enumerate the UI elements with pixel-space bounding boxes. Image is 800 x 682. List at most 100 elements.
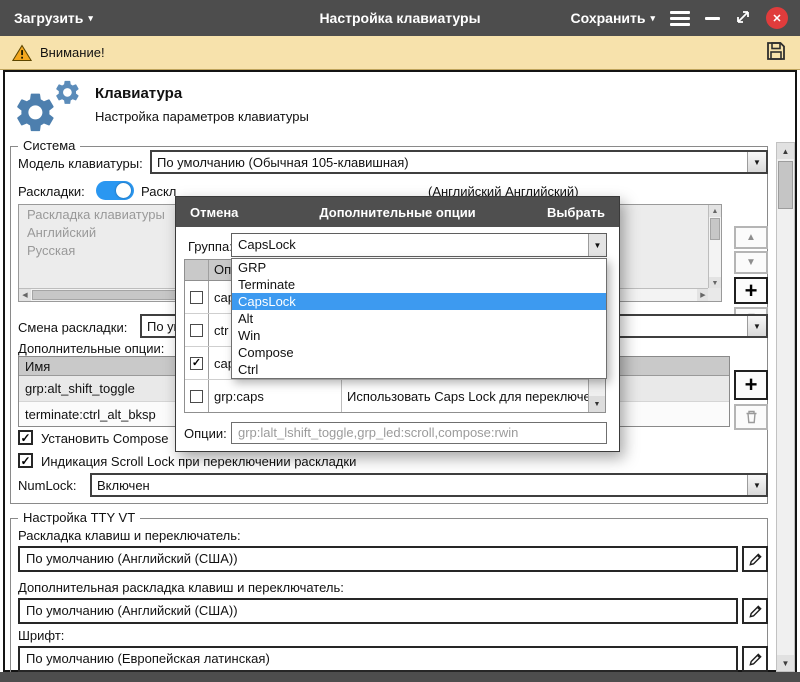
keyboard-model-label: Модель клавиатуры: — [18, 156, 143, 171]
scroll-down-button[interactable]: ▼ — [777, 655, 794, 671]
move-layout-down-button[interactable]: ▼ — [734, 251, 768, 274]
move-layout-up-button[interactable]: ▲ — [734, 226, 768, 249]
pencil-icon — [748, 604, 763, 619]
floppy-save-icon — [764, 39, 788, 63]
page-subtitle: Настройка параметров клавиатуры — [95, 109, 309, 124]
close-button[interactable]: ✕ — [766, 7, 788, 29]
select-button[interactable]: Выбрать — [547, 205, 619, 220]
option-description: Использовать Caps Lock для переключе — [342, 380, 588, 412]
check-icon: ✓ — [20, 432, 30, 444]
scrolllock-checkbox-label: Индикация Scroll Lock при переключении р… — [41, 454, 356, 469]
chevron-down-icon: ▼ — [747, 152, 766, 172]
dropdown-option[interactable]: Ctrl — [232, 361, 606, 378]
keyboard-module-icon — [12, 76, 84, 141]
arrow-down-icon: ▼ — [712, 280, 719, 287]
expand-button[interactable] — [735, 9, 751, 28]
caret-down-icon: ▾ — [650, 14, 655, 23]
table-row[interactable]: grp:caps Использовать Caps Lock для пере… — [185, 380, 588, 412]
dropdown-option-selected[interactable]: CapsLock — [232, 293, 606, 310]
arrow-up-icon: ▲ — [712, 208, 719, 215]
row-checkbox[interactable] — [190, 390, 203, 403]
tty-extra-layout-field[interactable]: По умолчанию (Английский (США)) — [18, 598, 738, 624]
layouts-label: Раскладки: — [18, 184, 85, 199]
arrow-down-icon: ▼ — [746, 257, 756, 268]
minimize-icon — [705, 17, 720, 20]
load-menu-button[interactable]: Загрузить ▾ — [0, 0, 107, 36]
arrow-up-icon: ▲ — [746, 232, 756, 243]
checkbox-column-header — [185, 260, 209, 280]
check-icon: ✓ — [192, 358, 201, 369]
dropdown-option[interactable]: Compose — [232, 344, 606, 361]
cancel-button[interactable]: Отмена — [176, 205, 238, 220]
chevron-down-icon: ▼ — [588, 234, 606, 256]
numlock-select[interactable]: Включен ▼ — [90, 473, 768, 497]
compose-checkbox[interactable]: ✓ — [18, 430, 33, 445]
tty-font-label: Шрифт: — [18, 628, 64, 643]
options-string-label: Опции: — [184, 426, 227, 441]
save-menu-label: Сохранить — [571, 10, 646, 26]
edit-tty-font-button[interactable] — [742, 646, 768, 672]
group-label: Группа: — [188, 239, 233, 254]
row-checkbox-checked[interactable]: ✓ — [190, 357, 203, 370]
row-checkbox[interactable] — [190, 291, 203, 304]
keyboard-settings-window: Загрузить ▾ Настройка клавиатуры Сохрани… — [0, 0, 800, 682]
scrolllock-checkbox[interactable]: ✓ — [18, 453, 33, 468]
menu-icon[interactable] — [670, 11, 690, 26]
check-icon: ✓ — [20, 455, 30, 467]
scroll-up-button[interactable]: ▲ — [777, 143, 794, 159]
dialog-header: Отмена Дополнительные опции Выбрать — [176, 197, 619, 227]
tty-layout-field[interactable]: По умолчанию (Английский (США)) — [18, 546, 738, 572]
row-checkbox[interactable] — [190, 324, 203, 337]
listbox-vertical-scrollbar[interactable]: ▲ ▼ — [708, 205, 721, 289]
tty-font-field[interactable]: По умолчанию (Европейская латинская) — [18, 646, 738, 672]
pencil-icon — [748, 652, 763, 667]
save-shortcut-button[interactable] — [764, 39, 788, 66]
extra-options-label: Дополнительные опции: — [18, 341, 164, 356]
dropdown-option[interactable]: Win — [232, 327, 606, 344]
numlock-value: Включен — [92, 475, 747, 495]
add-layout-button[interactable]: + — [734, 277, 768, 304]
tty-group-legend: Настройка TTY VT — [18, 510, 140, 525]
edit-tty-layout-button[interactable] — [742, 546, 768, 572]
dropdown-option[interactable]: Alt — [232, 310, 606, 327]
keyboard-model-value: По умолчанию (Обычная 105-клавишная) — [152, 152, 747, 172]
scrollbar-thumb[interactable] — [778, 161, 793, 209]
expand-icon — [735, 9, 751, 25]
page-title: Клавиатура — [95, 85, 182, 102]
warning-message: Внимание! — [12, 44, 105, 62]
titlebar-actions: Сохранить ▾ ✕ — [571, 7, 800, 29]
layout-switch-label: Смена раскладки: — [18, 320, 127, 335]
close-icon: ✕ — [772, 12, 781, 25]
minimize-button[interactable] — [705, 17, 720, 20]
options-string-input[interactable]: grp:lalt_lshift_toggle,grp_led:scroll,co… — [231, 422, 607, 444]
scroll-left-button[interactable]: ◀ — [19, 289, 31, 301]
caret-down-icon: ▾ — [88, 14, 93, 23]
pencil-icon — [748, 552, 763, 567]
save-menu-button[interactable]: Сохранить ▾ — [571, 10, 656, 26]
load-menu-label: Загрузить — [14, 10, 83, 26]
dropdown-option[interactable]: Terminate — [232, 276, 606, 293]
arrow-down-icon: ▼ — [782, 659, 790, 668]
arrow-up-icon: ▲ — [782, 147, 790, 156]
extra-options-dialog: Отмена Дополнительные опции Выбрать Груп… — [175, 196, 620, 452]
warning-bar: Внимание! — [0, 36, 800, 70]
delete-option-button[interactable] — [734, 404, 768, 430]
main-vertical-scrollbar[interactable]: ▲ ▼ — [776, 142, 795, 672]
chevron-down-icon: ▼ — [747, 316, 766, 336]
group-select[interactable]: CapsLock ▼ — [231, 233, 607, 257]
plus-icon: + — [745, 374, 758, 396]
scroll-up-button[interactable]: ▲ — [709, 205, 721, 217]
arrow-left-icon: ◀ — [22, 291, 27, 299]
compose-checkbox-label: Установить Compose — [41, 431, 168, 446]
warning-icon — [12, 44, 32, 62]
dropdown-option[interactable]: GRP — [232, 259, 606, 276]
scroll-down-button[interactable]: ▼ — [589, 396, 605, 412]
edit-tty-extra-layout-button[interactable] — [742, 598, 768, 624]
add-option-button[interactable]: + — [734, 370, 768, 400]
keyboard-model-select[interactable]: По умолчанию (Обычная 105-клавишная) ▼ — [150, 150, 768, 174]
layouts-toggle[interactable] — [96, 181, 134, 200]
scrollbar-thumb[interactable] — [710, 218, 720, 240]
trash-icon — [744, 409, 759, 425]
tty-layout-label: Раскладка клавиш и переключатель: — [18, 528, 241, 543]
scrollbar-corner — [708, 288, 721, 301]
